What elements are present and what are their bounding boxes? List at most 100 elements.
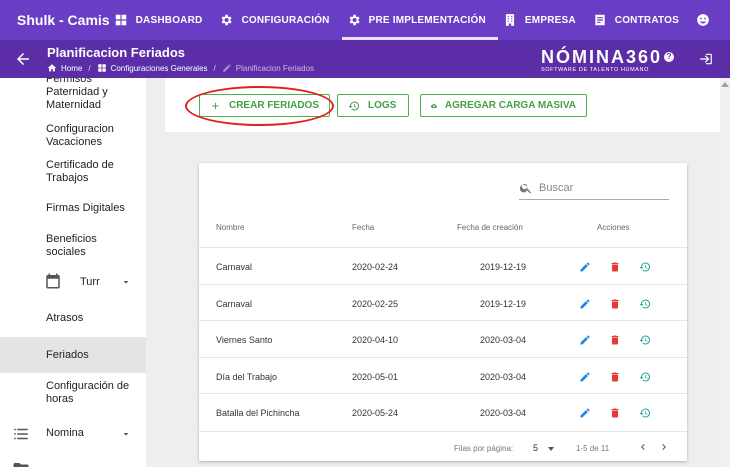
back-button[interactable] [14, 50, 32, 68]
sidebar-item-vacaciones[interactable]: Configuracion Vacaciones [0, 122, 146, 152]
chevron-right-icon [662, 444, 666, 450]
sidebar-item-config-horas[interactable]: Configuración de horas [0, 379, 146, 409]
sidebar-item-label: Atrasos [46, 312, 84, 324]
breadcrumb-current: Planificacion Feriados [222, 63, 314, 73]
sidebar-item-label: Turr [80, 276, 100, 288]
history-icon[interactable] [639, 370, 651, 382]
edit-icon[interactable] [579, 260, 591, 272]
cell-date: 2020-02-25 [352, 298, 399, 309]
nav-configuracion[interactable]: CONFIGURACIÓN [214, 0, 341, 40]
history-icon [348, 100, 360, 110]
sidebar-item-label: Nomina [46, 427, 84, 439]
column-header-created[interactable]: Fecha de creación [457, 223, 523, 232]
history-icon[interactable] [639, 406, 651, 418]
table-row[interactable]: Día del Trabajo 2020-05-01 2020-03-04 [199, 356, 687, 394]
table-row[interactable]: Carnaval 2020-02-24 2019-12-19 [199, 247, 687, 284]
smiley-icon [697, 14, 709, 26]
column-header-date[interactable]: Fecha [352, 223, 374, 232]
sidebar-item-label: Configuracion Vacaciones [46, 123, 114, 148]
cell-date: 2020-05-01 [352, 371, 399, 382]
bulk-upload-button[interactable]: AGREGAR CARGA MASIVA [420, 94, 587, 117]
sidebar-item-nomina[interactable]: Nomina [0, 424, 146, 444]
sidebar-item-turnos[interactable]: Turr [0, 270, 146, 294]
sidebar-item-certificado[interactable]: Certificado de Trabajos [0, 158, 146, 188]
column-header-name[interactable]: Nombre [216, 223, 244, 232]
search-input[interactable] [539, 182, 659, 194]
delete-icon[interactable] [609, 333, 621, 345]
scroll-up-arrow[interactable] [721, 82, 729, 87]
cell-date: 2020-02-24 [352, 262, 399, 272]
sidebar-item-firmas[interactable]: Firmas Digitales [0, 202, 146, 218]
sidebar-item-label: Permisos Paternidad y Maternidad [46, 78, 108, 111]
cell-name: Carnaval [216, 298, 253, 309]
next-page-button[interactable] [658, 441, 670, 453]
nav-configuracion-label: CONFIGURACIÓN [241, 14, 330, 26]
gear-icon [222, 14, 233, 26]
page-header: Planificacion Feriados Home / Configurac… [0, 40, 730, 78]
cell-date: 2020-05-24 [352, 408, 399, 419]
company-name[interactable]: Shulk - Camisas El [0, 12, 109, 28]
nav-user[interactable] [691, 0, 730, 40]
arrow-left-icon [17, 53, 29, 65]
breadcrumb-current-label: Planificacion Feriados [235, 63, 315, 73]
nav-empresa-label: EMPRESA [524, 14, 576, 26]
help-icon[interactable]: ? [664, 52, 675, 62]
search-field[interactable] [519, 177, 669, 200]
logs-button[interactable]: LOGS [337, 94, 409, 117]
column-header-actions: Acciones [597, 223, 630, 232]
breadcrumb-configuraciones[interactable]: Configuraciones Generales [97, 63, 208, 73]
delete-icon[interactable] [609, 260, 621, 272]
dashboard-icon [115, 14, 126, 26]
home-icon [47, 64, 57, 72]
sidebar-item-permisos[interactable]: Permisos Paternidad y Maternidad [0, 78, 146, 113]
sidebar: Permisos Paternidad y Maternidad Configu… [0, 78, 146, 467]
caret-down-icon[interactable] [548, 447, 554, 451]
logo-tagline: SOFTWARE DE TALENTO HUMANO [541, 67, 649, 73]
delete-icon[interactable] [609, 406, 621, 418]
nav-pre-implementacion-label: PRE IMPLEMENTACIÓN [368, 14, 486, 26]
delete-icon[interactable] [609, 370, 621, 382]
page-title: Planificacion Feriados [47, 45, 185, 60]
nav-pre-implementacion[interactable]: PRE IMPLEMENTACIÓN [341, 0, 499, 40]
building-icon [505, 14, 515, 26]
logout-button[interactable] [699, 52, 713, 66]
top-nav: DASHBOARD CONFIGURACIÓN PRE IMPLEMENTACI… [109, 0, 730, 40]
sidebar-item-label: Certificado de Trabajos [46, 159, 114, 184]
highlight-annotation [185, 86, 334, 126]
breadcrumb-home[interactable]: Home [47, 63, 82, 73]
breadcrumb: Home / Configuraciones Generales / Plani… [47, 63, 314, 73]
chevron-down-icon [120, 428, 132, 440]
cell-name: Viernes Santo [216, 335, 273, 346]
delete-icon[interactable] [609, 297, 621, 309]
edit-icon[interactable] [579, 333, 591, 345]
history-icon[interactable] [639, 333, 651, 345]
history-icon[interactable] [639, 260, 651, 272]
sidebar-item-label: Feriados [46, 349, 89, 361]
sidebar-item-beneficios[interactable]: Beneficios sociales [0, 232, 146, 262]
edit-icon[interactable] [579, 370, 591, 382]
sidebar-item-label: Beneficios sociales [46, 233, 97, 258]
cell-created: 2020-03-04 [480, 335, 527, 346]
sidebar-item-atrasos[interactable]: Atrasos [0, 312, 146, 328]
logs-label: LOGS [368, 100, 397, 111]
nav-contratos[interactable]: CONTRATOS [588, 0, 691, 40]
logout-icon [700, 53, 712, 65]
rows-per-page-select[interactable]: 5 [533, 443, 538, 453]
edit-icon[interactable] [579, 406, 591, 418]
scrollbar[interactable] [720, 78, 730, 467]
breadcrumb-home-label: Home [61, 63, 83, 73]
brand-logo: NÓMINA360? SOFTWARE DE TALENTO HUMANO [541, 48, 675, 73]
sidebar-item-feriados[interactable]: Feriados [0, 337, 146, 373]
table-row[interactable]: Carnaval 2020-02-25 2019-12-19 [199, 283, 687, 321]
list-icon [12, 425, 30, 443]
nav-dashboard[interactable]: DASHBOARD [109, 0, 215, 40]
pagination: Filas por página: 5 1-5 de 11 [199, 431, 687, 461]
history-icon[interactable] [639, 297, 651, 309]
cell-created: 2020-03-04 [480, 408, 527, 419]
prev-page-button[interactable] [637, 441, 649, 453]
nav-empresa[interactable]: EMPRESA [498, 0, 588, 40]
breadcrumb-separator: / [88, 63, 91, 73]
edit-icon[interactable] [579, 297, 591, 309]
table-row[interactable]: Viernes Santo 2020-04-10 2020-03-04 [199, 320, 687, 357]
table-row[interactable]: Batalla del Pichincha 2020-05-24 2020-03-0… [199, 393, 687, 430]
